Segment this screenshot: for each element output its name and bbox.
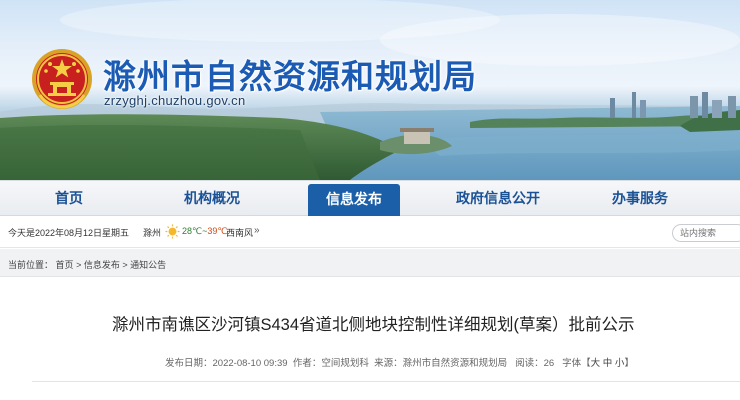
- date-label: 发布日期：: [165, 358, 213, 369]
- source-value: 滁州市自然资源和规划局: [402, 358, 508, 369]
- main-nav: 首页 机构概况 信息发布 政府信息公开 办事服务: [0, 180, 740, 216]
- national-emblem-icon: [32, 49, 92, 109]
- author-label: 作者：: [292, 358, 322, 369]
- font-size-large-button[interactable]: 大: [591, 358, 601, 369]
- nav-item-info-release[interactable]: 信息发布: [308, 184, 400, 216]
- sun-icon: [165, 224, 180, 239]
- font-size-small-button[interactable]: 小: [615, 358, 625, 369]
- header-banner: 滁州市自然资源和规划局 zrzyghj.chuzhou.gov.cn: [0, 0, 740, 180]
- temp-low: 28℃: [182, 226, 203, 236]
- skyline-tower: [610, 98, 615, 118]
- author-value: 空间规划科: [321, 358, 369, 369]
- weather-city: 滁州: [143, 228, 162, 238]
- double-chevron-right-icon[interactable]: »: [254, 225, 260, 236]
- publish-date: 2022-08-10 09:39: [212, 358, 288, 369]
- breadcrumb-item-home[interactable]: 首页: [56, 260, 74, 270]
- weekday-text: 星期五: [102, 228, 130, 238]
- nav-item-home[interactable]: 首页: [40, 181, 98, 216]
- breadcrumb-prefix: 当前位置：: [8, 260, 54, 270]
- font-size-label: 字体【: [562, 358, 591, 369]
- font-size-medium-button[interactable]: 中: [603, 358, 613, 369]
- breadcrumb-separator: >: [76, 260, 82, 270]
- breadcrumb-item-notices[interactable]: 通知公告: [130, 260, 166, 270]
- temp-high: 39℃: [207, 226, 228, 236]
- site-title[interactable]: 滁州市自然资源和规划局: [103, 50, 477, 98]
- breadcrumb-separator: >: [122, 260, 128, 270]
- site-domain: zrzyghj.chuzhou.gov.cn: [104, 93, 246, 108]
- nav-item-organization[interactable]: 机构概况: [170, 181, 254, 216]
- pavilion-building: [404, 130, 430, 144]
- breadcrumb-item-info-release[interactable]: 信息发布: [84, 260, 120, 270]
- read-count: 26: [543, 358, 555, 369]
- search-input[interactable]: [672, 224, 740, 242]
- divider: [32, 381, 740, 382]
- nav-item-services[interactable]: 办事服务: [598, 181, 682, 216]
- font-size-bracket-close: 】: [624, 358, 634, 369]
- wind-text: 西南风: [226, 228, 254, 238]
- nav-item-gov-info-public[interactable]: 政府信息公开: [446, 181, 550, 216]
- temperature-range: 28℃~39℃: [182, 226, 228, 237]
- breadcrumb-bar: 当前位置： 首页 > 信息发布 > 通知公告: [0, 249, 740, 277]
- info-bar: 今天是2022年08月12日 星期五 滁州 28℃~39℃ 西南风 »: [0, 216, 740, 248]
- source-label: 来源：: [374, 358, 403, 369]
- reads-label: 阅读：: [515, 358, 544, 369]
- breadcrumb: 当前位置： 首页 > 信息发布 > 通知公告: [8, 258, 166, 271]
- article-meta: 发布日期：2022-08-10 09:39 作者：空间规划科 来源：滁州市自然资…: [165, 355, 634, 369]
- date-text: 今天是2022年08月12日: [8, 228, 103, 238]
- page: 滁州市自然资源和规划局 zrzyghj.chuzhou.gov.cn 首页 机构…: [0, 0, 740, 400]
- article-title: 滁州市南谯区沙河镇S434省道北侧地块控制性详细规划(草案）批前公示: [112, 316, 635, 334]
